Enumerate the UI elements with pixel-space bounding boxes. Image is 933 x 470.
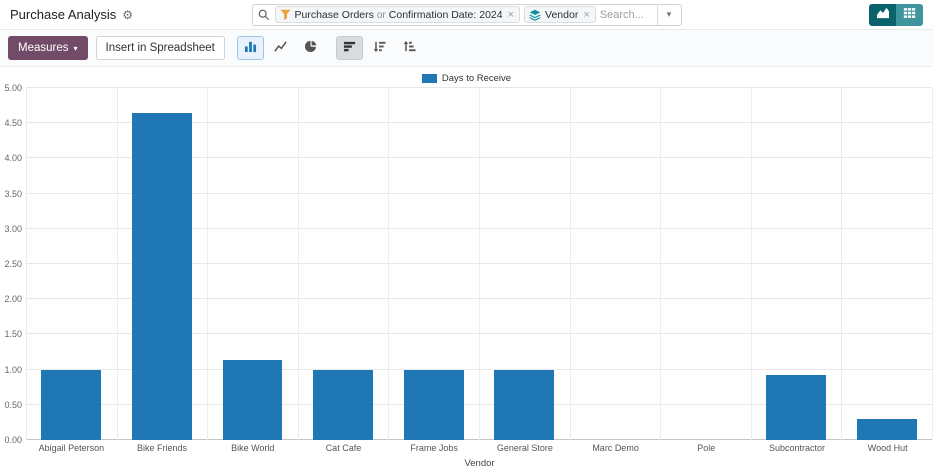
x-tick-label: Pole xyxy=(661,443,752,453)
search-bar[interactable]: Purchase OrdersorConfirmation Date: 2024… xyxy=(252,4,682,26)
measures-button[interactable]: Measures ▾ xyxy=(8,36,88,60)
y-tick-label: 1.00 xyxy=(4,365,22,375)
group-by-icon xyxy=(529,9,541,21)
sort-group xyxy=(336,36,423,60)
y-tick-label: 3.50 xyxy=(4,189,22,199)
top-bar: Purchase Analysis ⚙ Purchase OrdersorCon… xyxy=(0,0,933,30)
y-tick-label: 0.00 xyxy=(4,435,22,445)
chevron-down-icon: ▾ xyxy=(74,44,78,53)
plot-wrap: 0.000.501.001.502.002.503.003.504.004.50… xyxy=(0,88,933,440)
chart-type-group xyxy=(237,36,324,60)
bar-column xyxy=(570,88,661,440)
purchase-analysis-page: Purchase Analysis ⚙ Purchase OrdersorCon… xyxy=(0,0,933,469)
chevron-down-icon: ▾ xyxy=(667,9,672,20)
sort-asc-button[interactable] xyxy=(396,36,423,60)
groupby-facet[interactable]: Vendor × xyxy=(524,6,596,23)
x-tick-label: Wood Hut xyxy=(842,443,933,453)
chart: Days to Receive 0.00 0.50 1.00 1.50 2.00 2.50… xyxy=(0,67,933,469)
filter-facet-close-icon[interactable]: × xyxy=(503,9,519,21)
chart-bar[interactable] xyxy=(41,370,101,440)
legend-swatch xyxy=(422,74,437,83)
y-tick-label: 1.50 xyxy=(4,329,22,339)
x-axis-labels: Abigail PetersonBike FriendsBike WorldCa… xyxy=(26,440,933,456)
sort-desc-icon xyxy=(373,40,386,56)
x-tick-label: Frame Jobs xyxy=(389,443,480,453)
bar-column xyxy=(660,88,751,440)
bar-column xyxy=(298,88,389,440)
x-axis-title: Vendor xyxy=(26,458,933,469)
x-tick-label: Bike Friends xyxy=(117,443,208,453)
bar-columns xyxy=(26,88,932,440)
sort-asc-icon xyxy=(403,40,416,56)
bar-column xyxy=(388,88,479,440)
search-input[interactable] xyxy=(600,9,657,21)
view-switcher xyxy=(869,4,923,26)
x-tick-label: Marc Demo xyxy=(570,443,661,453)
gear-icon[interactable]: ⚙ xyxy=(122,9,133,21)
page-title: Purchase Analysis xyxy=(10,7,116,22)
bar-column xyxy=(751,88,842,440)
bar-chart-button[interactable] xyxy=(237,36,264,60)
area-chart-icon xyxy=(876,7,890,22)
y-axis: 0.000.501.001.502.002.503.003.504.004.50… xyxy=(0,88,26,440)
x-tick-label: Abigail Peterson xyxy=(26,443,117,453)
bar-column xyxy=(26,88,117,440)
groupby-facet-close-icon[interactable]: × xyxy=(578,9,594,21)
chart-bar[interactable] xyxy=(766,375,826,440)
sort-desc-button[interactable] xyxy=(366,36,393,60)
chart-bar[interactable] xyxy=(857,419,917,440)
search-icon xyxy=(253,9,275,21)
pie-chart-icon xyxy=(304,40,317,56)
line-chart-button[interactable] xyxy=(267,36,294,60)
bar-column xyxy=(117,88,208,440)
chart-bar[interactable] xyxy=(223,360,283,440)
chart-bar[interactable] xyxy=(132,113,192,440)
filter-icon xyxy=(280,9,291,20)
stacked-bars-icon xyxy=(343,40,356,56)
chart-legend[interactable]: Days to Receive xyxy=(0,71,933,86)
search-dropdown-toggle[interactable]: ▾ xyxy=(657,5,681,25)
plot-area xyxy=(26,88,932,440)
insert-in-spreadsheet-button[interactable]: Insert in Spreadsheet xyxy=(96,36,225,60)
line-chart-icon xyxy=(274,40,287,56)
x-tick-label: Bike World xyxy=(207,443,298,453)
y-tick-label: 3.00 xyxy=(4,224,22,234)
graph-toolbar: Measures ▾ Insert in Spreadsheet xyxy=(0,30,933,67)
y-tick-label: 0.50 xyxy=(4,400,22,410)
y-tick-label: 4.50 xyxy=(4,118,22,128)
pie-chart-button[interactable] xyxy=(297,36,324,60)
x-tick-label: General Store xyxy=(480,443,571,453)
stacked-toggle-button[interactable] xyxy=(336,36,363,60)
graph-view-button[interactable] xyxy=(869,4,896,26)
bar-chart-icon xyxy=(244,40,257,56)
filter-facet[interactable]: Purchase OrdersorConfirmation Date: 2024… xyxy=(275,6,521,23)
bar-column xyxy=(479,88,570,440)
y-tick-label: 2.00 xyxy=(4,294,22,304)
x-tick-label: Subcontractor xyxy=(752,443,843,453)
chart-bar[interactable] xyxy=(494,370,554,440)
x-tick-label: Cat Cafe xyxy=(298,443,389,453)
chart-bar[interactable] xyxy=(404,370,464,440)
bar-column xyxy=(207,88,298,440)
legend-label: Days to Receive xyxy=(442,73,511,84)
chart-bar[interactable] xyxy=(313,370,373,440)
y-tick-label: 5.00 xyxy=(4,83,22,93)
pivot-view-button[interactable] xyxy=(896,4,923,26)
y-tick-label: 4.00 xyxy=(4,153,22,163)
filter-facet-label: Purchase OrdersorConfirmation Date: 2024 xyxy=(295,9,503,21)
bar-column xyxy=(841,88,932,440)
y-tick-label: 2.50 xyxy=(4,259,22,269)
groupby-facet-label: Vendor xyxy=(545,9,578,21)
breadcrumb: Purchase Analysis ⚙ xyxy=(10,7,133,22)
pivot-grid-icon xyxy=(903,7,916,22)
